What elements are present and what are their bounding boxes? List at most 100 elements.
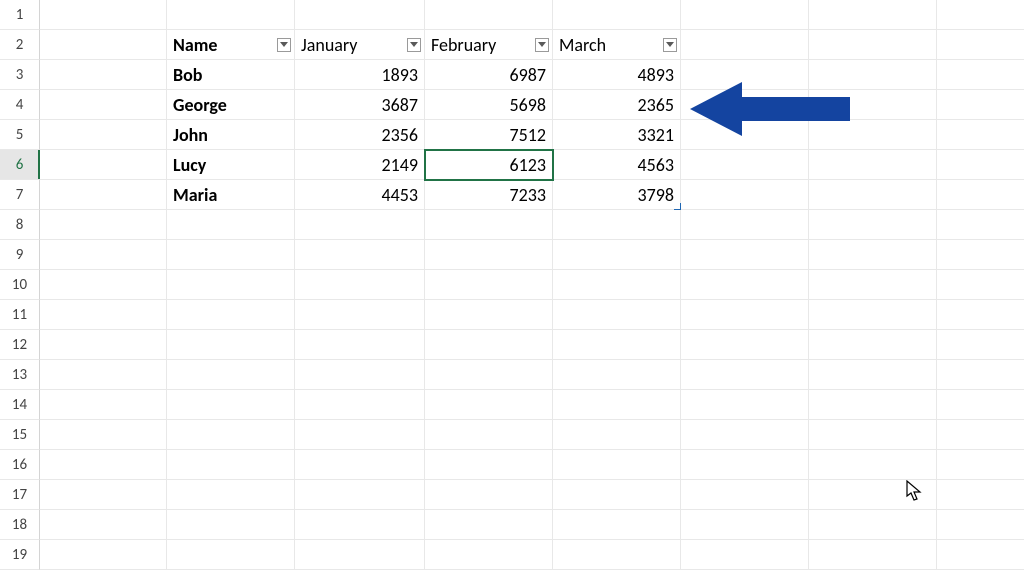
cell[interactable] <box>681 0 809 30</box>
cell[interactable] <box>167 300 295 330</box>
data-cell[interactable]: 4453 <box>295 180 425 210</box>
cell[interactable] <box>425 270 553 300</box>
cell[interactable] <box>295 330 425 360</box>
name-cell[interactable]: Lucy <box>167 150 295 180</box>
cell[interactable] <box>295 240 425 270</box>
cell[interactable] <box>553 480 681 510</box>
cell[interactable] <box>937 30 1024 60</box>
table-header-march[interactable]: March <box>553 30 681 60</box>
name-cell[interactable]: Bob <box>167 60 295 90</box>
cell[interactable] <box>809 30 937 60</box>
cell[interactable] <box>167 240 295 270</box>
cell[interactable] <box>425 420 553 450</box>
cell[interactable] <box>40 390 167 420</box>
cell[interactable] <box>295 510 425 540</box>
table-header-february[interactable]: February <box>425 30 553 60</box>
cell[interactable] <box>553 450 681 480</box>
cell[interactable] <box>167 330 295 360</box>
cell[interactable] <box>295 0 425 30</box>
data-cell-selected[interactable]: 6123 <box>425 150 553 180</box>
data-cell[interactable]: 4563 <box>553 150 681 180</box>
cell[interactable] <box>681 330 809 360</box>
row-header[interactable]: 15 <box>0 420 40 450</box>
cell[interactable] <box>681 180 809 210</box>
cell[interactable] <box>167 210 295 240</box>
cell[interactable] <box>167 540 295 570</box>
data-cell[interactable]: 2365 <box>553 90 681 120</box>
cell[interactable] <box>425 480 553 510</box>
cell[interactable] <box>937 180 1024 210</box>
cell[interactable] <box>553 240 681 270</box>
cell[interactable] <box>681 480 809 510</box>
cell[interactable] <box>681 210 809 240</box>
cell[interactable] <box>40 0 167 30</box>
cell[interactable] <box>40 480 167 510</box>
cell[interactable] <box>425 510 553 540</box>
cell[interactable] <box>167 480 295 510</box>
cell[interactable] <box>937 240 1024 270</box>
cell[interactable] <box>937 390 1024 420</box>
cell[interactable] <box>809 180 937 210</box>
cell[interactable] <box>40 540 167 570</box>
row-header[interactable]: 17 <box>0 480 40 510</box>
data-cell[interactable]: 3798 <box>553 180 681 210</box>
data-cell[interactable]: 1893 <box>295 60 425 90</box>
cell[interactable] <box>295 480 425 510</box>
cell[interactable] <box>167 420 295 450</box>
cell[interactable] <box>809 270 937 300</box>
cell[interactable] <box>809 330 937 360</box>
name-cell[interactable]: John <box>167 120 295 150</box>
cell[interactable] <box>681 390 809 420</box>
cell[interactable] <box>425 360 553 390</box>
data-cell[interactable]: 3321 <box>553 120 681 150</box>
cell[interactable] <box>809 360 937 390</box>
cell[interactable] <box>553 540 681 570</box>
cell[interactable] <box>40 240 167 270</box>
cell[interactable] <box>809 240 937 270</box>
cell[interactable] <box>809 210 937 240</box>
cell[interactable] <box>295 300 425 330</box>
cell[interactable] <box>937 270 1024 300</box>
cell[interactable] <box>937 540 1024 570</box>
cell[interactable] <box>40 510 167 540</box>
cell[interactable] <box>425 540 553 570</box>
table-header-name[interactable]: Name <box>167 30 295 60</box>
cell[interactable] <box>809 510 937 540</box>
cell[interactable] <box>40 180 167 210</box>
row-header[interactable]: 9 <box>0 240 40 270</box>
cell[interactable] <box>681 450 809 480</box>
data-cell[interactable]: 2356 <box>295 120 425 150</box>
cell[interactable] <box>40 120 167 150</box>
data-cell[interactable]: 7233 <box>425 180 553 210</box>
cell[interactable] <box>937 150 1024 180</box>
cell[interactable] <box>295 420 425 450</box>
cell[interactable] <box>937 0 1024 30</box>
cell[interactable] <box>681 300 809 330</box>
cell[interactable] <box>40 270 167 300</box>
data-cell[interactable]: 6987 <box>425 60 553 90</box>
cell[interactable] <box>553 330 681 360</box>
cell[interactable] <box>553 270 681 300</box>
cell[interactable] <box>40 150 167 180</box>
name-cell[interactable]: Maria <box>167 180 295 210</box>
cell[interactable] <box>553 0 681 30</box>
name-cell[interactable]: George <box>167 90 295 120</box>
filter-button[interactable] <box>407 38 421 52</box>
data-cell[interactable]: 3687 <box>295 90 425 120</box>
cell[interactable] <box>937 210 1024 240</box>
cell[interactable] <box>40 300 167 330</box>
row-header[interactable]: 12 <box>0 330 40 360</box>
cell[interactable] <box>937 510 1024 540</box>
cell[interactable] <box>553 210 681 240</box>
cell[interactable] <box>937 360 1024 390</box>
row-header[interactable]: 18 <box>0 510 40 540</box>
filter-button[interactable] <box>277 38 291 52</box>
cell[interactable] <box>937 90 1024 120</box>
cell[interactable] <box>40 330 167 360</box>
cell[interactable] <box>681 240 809 270</box>
cell[interactable] <box>937 120 1024 150</box>
cell[interactable] <box>425 240 553 270</box>
data-cell[interactable]: 4893 <box>553 60 681 90</box>
cell[interactable] <box>553 360 681 390</box>
cell[interactable] <box>809 540 937 570</box>
